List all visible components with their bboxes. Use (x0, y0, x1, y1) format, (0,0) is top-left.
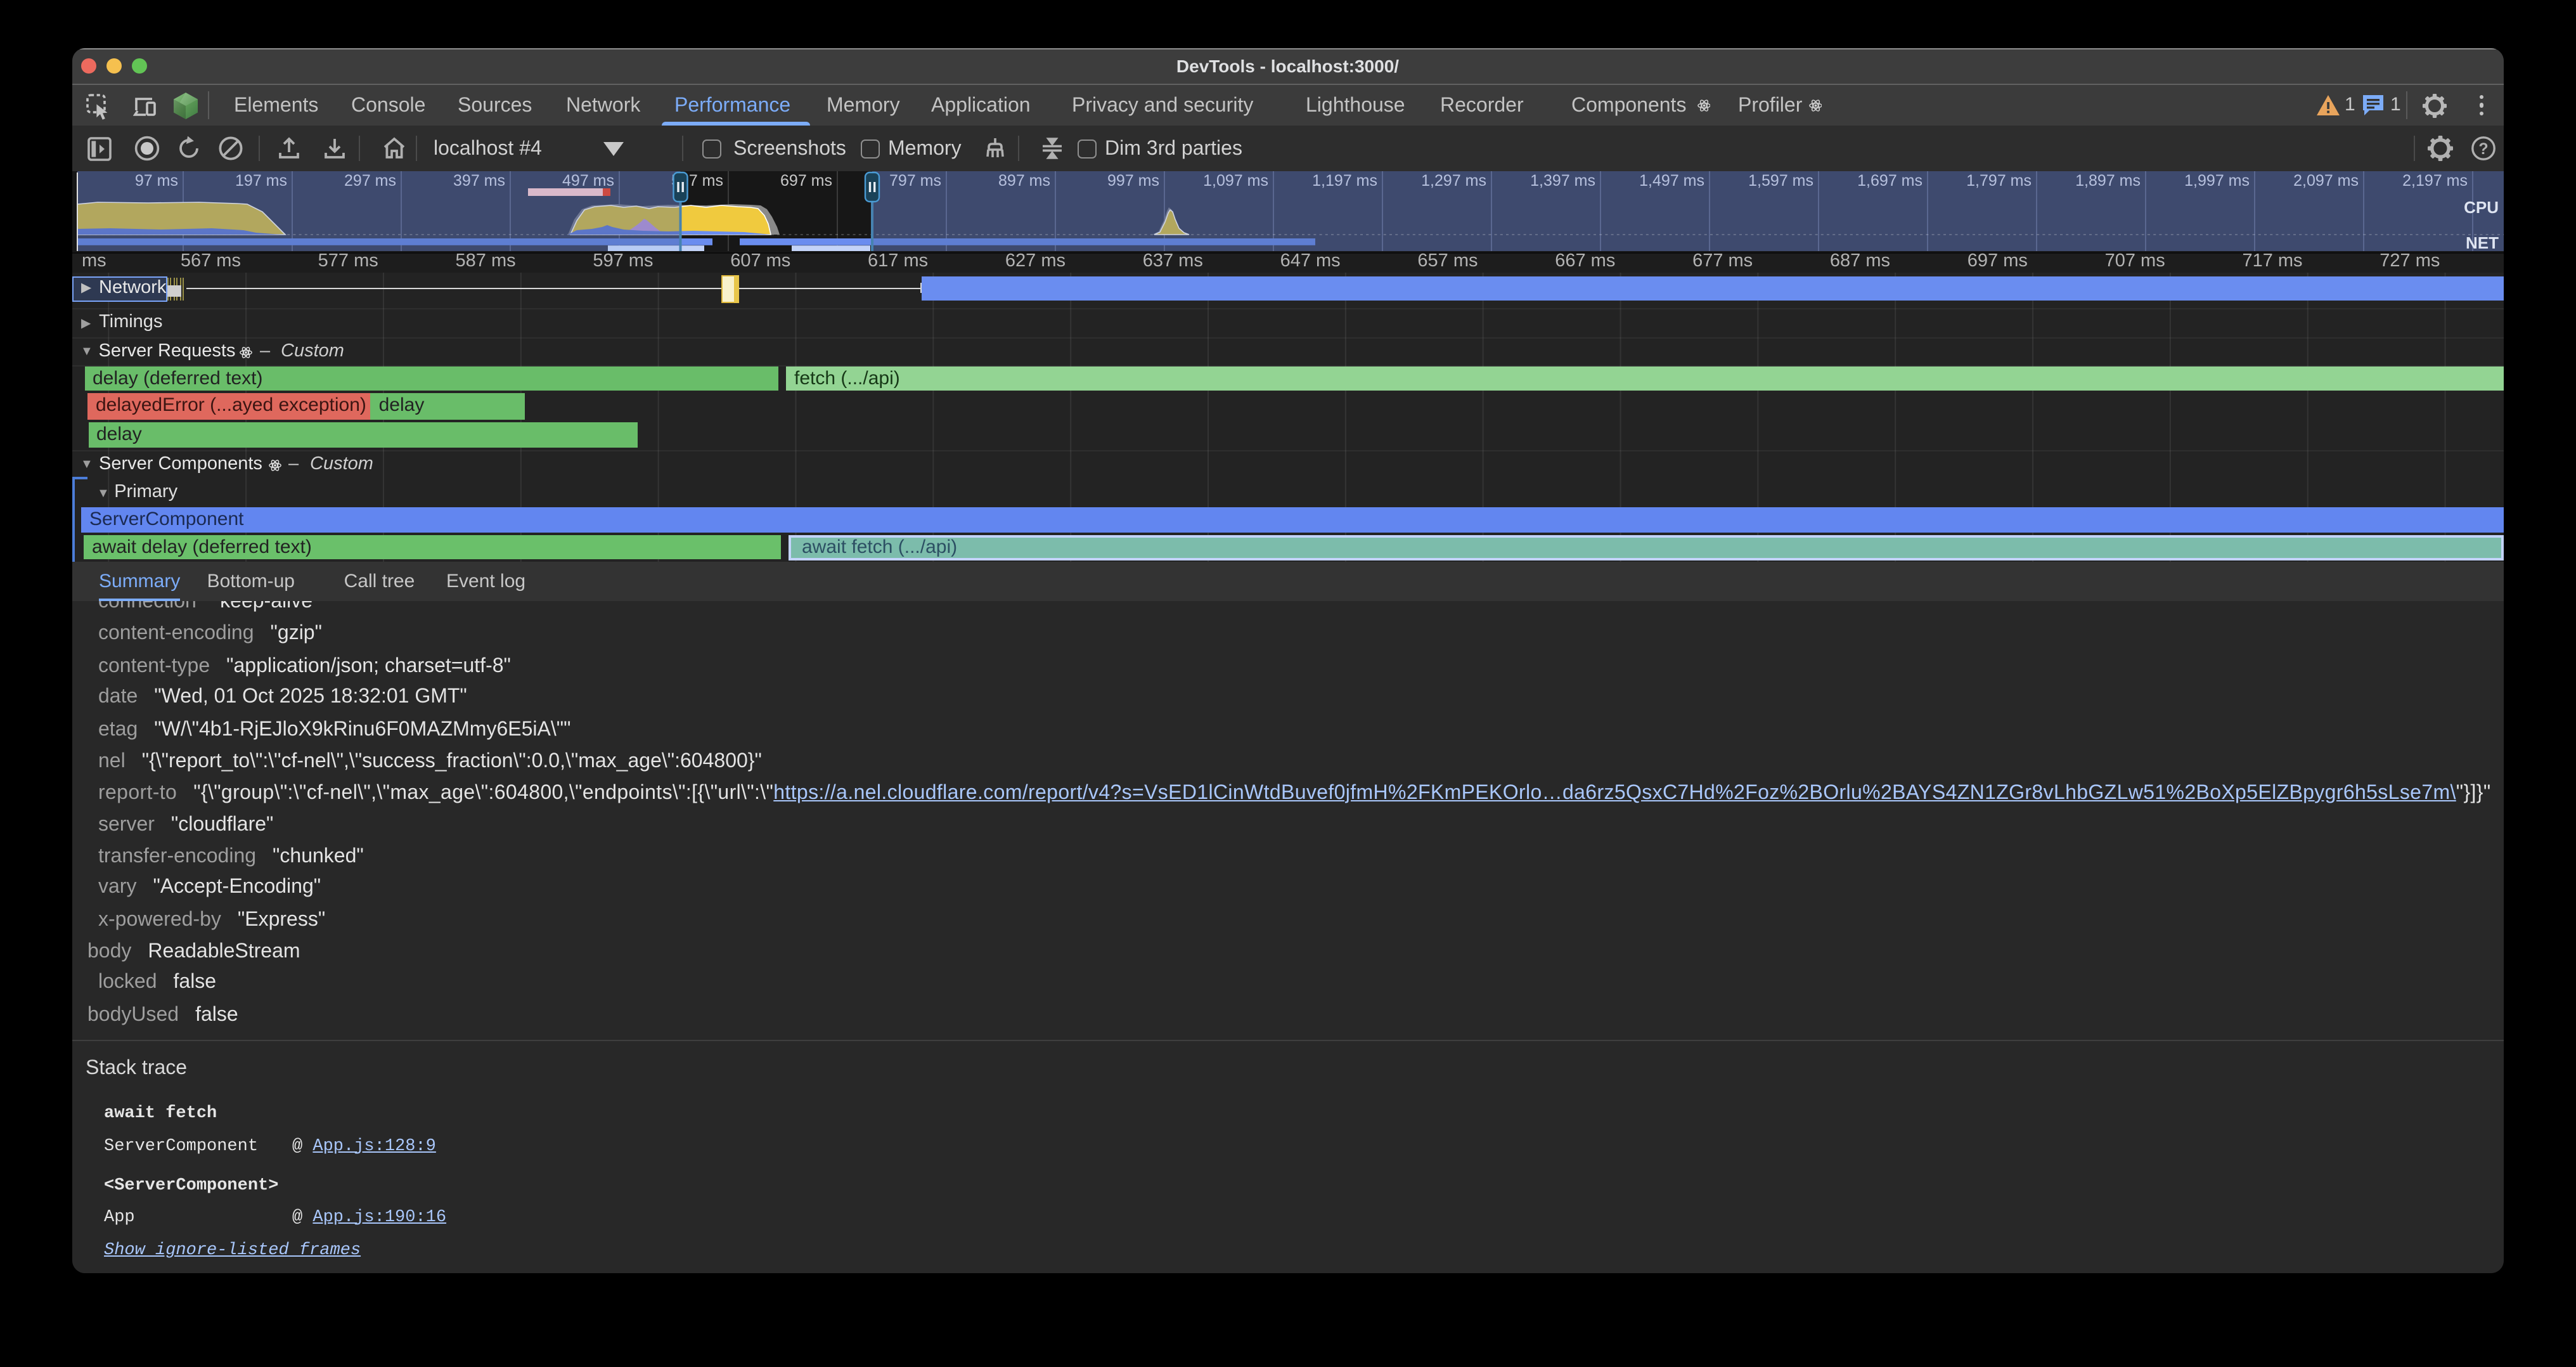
svg-text:1,697 ms: 1,697 ms (1857, 172, 1922, 190)
svg-text:2,197 ms: 2,197 ms (2402, 172, 2467, 190)
svg-text:1,197 ms: 1,197 ms (1311, 172, 1377, 190)
svg-text:997 ms: 997 ms (1107, 172, 1159, 190)
svg-text:297 ms: 297 ms (344, 172, 396, 190)
svg-text:CPU: CPU (2463, 198, 2498, 217)
svg-text:1,897 ms: 1,897 ms (2075, 172, 2140, 190)
svg-text:1,997 ms: 1,997 ms (2184, 172, 2249, 190)
svg-text:?: ? (2478, 140, 2488, 158)
svg-text:2,097 ms: 2,097 ms (2293, 172, 2358, 190)
svg-text:197 ms: 197 ms (235, 172, 287, 190)
svg-text:497 ms: 497 ms (562, 172, 614, 190)
svg-text:97 ms: 97 ms (134, 172, 177, 190)
svg-text:697 ms: 697 ms (780, 172, 832, 190)
svg-text:1,097 ms: 1,097 ms (1202, 172, 1268, 190)
svg-text:397 ms: 397 ms (453, 172, 505, 190)
svg-text:1,797 ms: 1,797 ms (1966, 172, 2031, 190)
svg-text:1,597 ms: 1,597 ms (1748, 172, 1813, 190)
svg-text:1,297 ms: 1,297 ms (1420, 172, 1486, 190)
svg-text:1,497 ms: 1,497 ms (1639, 172, 1704, 190)
svg-text:797 ms: 797 ms (889, 172, 941, 190)
svg-text:897 ms: 897 ms (998, 172, 1050, 190)
svg-text:1,397 ms: 1,397 ms (1530, 172, 1595, 190)
svg-text:NET: NET (2465, 233, 2498, 252)
